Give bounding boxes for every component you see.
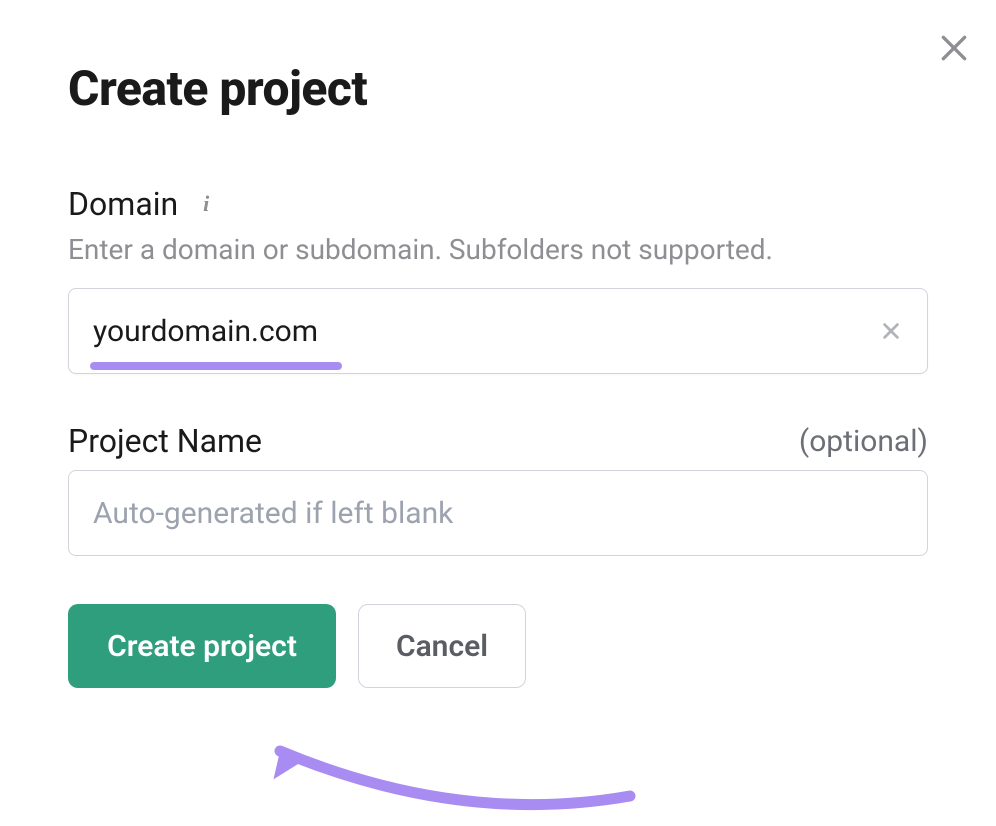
close-button[interactable]	[934, 28, 974, 68]
domain-field-group: Domain i Enter a domain or subdomain. Su…	[68, 185, 928, 374]
project-name-input-wrapper	[68, 470, 928, 556]
create-project-button[interactable]: Create project	[68, 604, 336, 688]
domain-label-text: Domain	[68, 185, 178, 223]
domain-hint: Enter a domain or subdomain. Subfolders …	[68, 233, 928, 266]
optional-badge: (optional)	[799, 424, 928, 459]
domain-label-row: Domain i	[68, 185, 928, 223]
project-name-input[interactable]	[68, 470, 928, 556]
clear-domain-button[interactable]	[876, 316, 906, 346]
project-name-field-group: Project Name (optional)	[68, 422, 928, 556]
project-name-label-row: Project Name (optional)	[68, 422, 928, 460]
clear-icon	[880, 320, 902, 342]
domain-highlight-underline	[90, 362, 342, 370]
modal-title: Create project	[68, 60, 928, 117]
cancel-button[interactable]: Cancel	[358, 604, 526, 688]
domain-input-wrapper	[68, 288, 928, 374]
project-name-label-text: Project Name	[68, 422, 262, 460]
button-row: Create project Cancel	[68, 604, 928, 688]
domain-label: Domain i	[68, 185, 214, 223]
project-name-label: Project Name	[68, 422, 262, 460]
close-icon	[938, 32, 970, 64]
create-project-modal: Create project Domain i Enter a domain o…	[0, 0, 996, 728]
arrow-annotation	[230, 716, 660, 826]
info-icon[interactable]: i	[198, 196, 214, 212]
